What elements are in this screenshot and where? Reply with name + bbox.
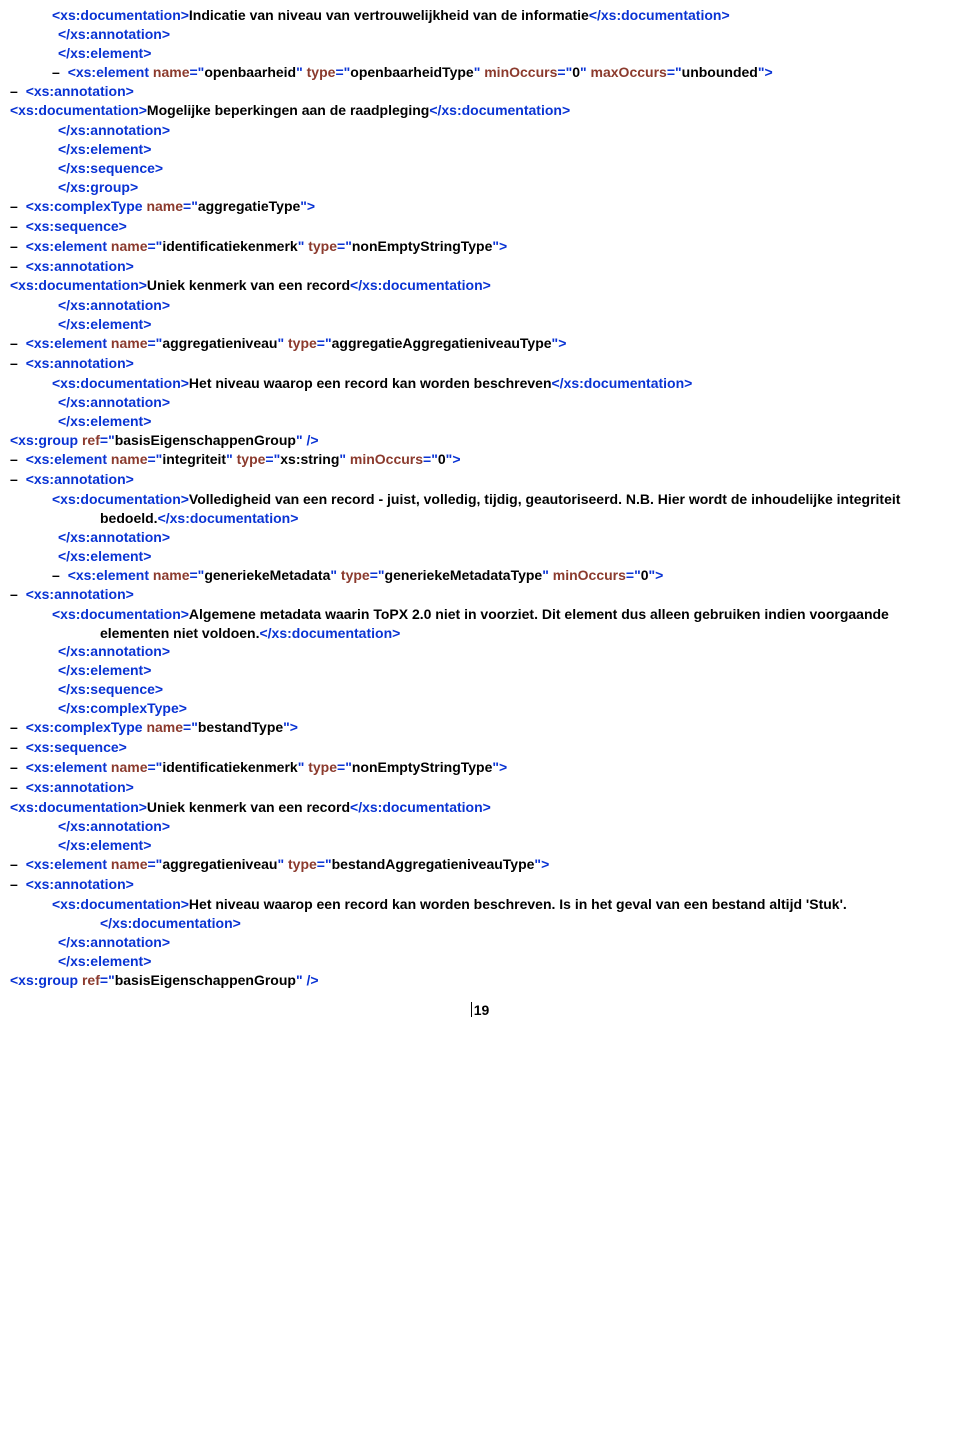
code-line: <xs:documentation>Algemene metadata waar… [10, 605, 950, 643]
code-line: <xs:documentation>Indicatie van niveau v… [10, 6, 950, 25]
code-line: – <xs:sequence> [10, 217, 950, 236]
code-line: </xs:sequence> [10, 680, 950, 699]
code-line: – <xs:annotation> [10, 585, 950, 604]
code-line: </xs:group> [10, 178, 950, 197]
code-line: – <xs:element name="openbaarheid" type="… [10, 63, 950, 82]
code-line: </xs:annotation> [10, 528, 950, 547]
code-line: </xs:annotation> [10, 121, 950, 140]
code-line: – <xs:element name="identificatiekenmerk… [10, 758, 950, 777]
code-line: – <xs:complexType name="aggregatieType"> [10, 197, 950, 216]
code-line: – <xs:annotation> [10, 470, 950, 489]
code-line: – <xs:sequence> [10, 738, 950, 757]
code-line: <xs:documentation>Mogelijke beperkingen … [10, 101, 950, 120]
code-line: </xs:annotation> [10, 25, 950, 44]
xml-document-view: <xs:documentation>Indicatie van niveau v… [10, 6, 950, 989]
page-number: 19 [10, 1001, 950, 1020]
code-line: <xs:documentation>Uniek kenmerk van een … [10, 798, 950, 817]
code-line: – <xs:complexType name="bestandType"> [10, 718, 950, 737]
code-line: – <xs:element name="generiekeMetadata" t… [10, 566, 950, 585]
code-line: </xs:annotation> [10, 393, 950, 412]
code-line: </xs:element> [10, 315, 950, 334]
code-line: <xs:group ref="basisEigenschappenGroup" … [10, 971, 950, 990]
code-line: – <xs:annotation> [10, 257, 950, 276]
code-line: – <xs:annotation> [10, 354, 950, 373]
code-line: <xs:documentation>Volledigheid van een r… [10, 490, 950, 528]
code-line: </xs:annotation> [10, 933, 950, 952]
code-line: </xs:sequence> [10, 159, 950, 178]
code-line: </xs:annotation> [10, 642, 950, 661]
code-line: – <xs:annotation> [10, 778, 950, 797]
code-line: </xs:annotation> [10, 817, 950, 836]
code-line: </xs:element> [10, 412, 950, 431]
code-line: </xs:element> [10, 140, 950, 159]
code-line: </xs:element> [10, 836, 950, 855]
code-line: – <xs:element name="identificatiekenmerk… [10, 237, 950, 256]
code-line: <xs:documentation>Het niveau waarop een … [10, 895, 950, 933]
code-line: – <xs:annotation> [10, 82, 950, 101]
code-line: – <xs:element name="aggregatieniveau" ty… [10, 855, 950, 874]
code-line: </xs:element> [10, 952, 950, 971]
code-line: </xs:element> [10, 547, 950, 566]
code-line: – <xs:element name="aggregatieniveau" ty… [10, 334, 950, 353]
code-line: </xs:element> [10, 44, 950, 63]
code-line: – <xs:annotation> [10, 875, 950, 894]
code-line: <xs:documentation>Uniek kenmerk van een … [10, 276, 950, 295]
code-line: – <xs:element name="integriteit" type="x… [10, 450, 950, 469]
code-line: </xs:element> [10, 661, 950, 680]
code-line: </xs:complexType> [10, 699, 950, 718]
code-line: </xs:annotation> [10, 296, 950, 315]
code-line: <xs:group ref="basisEigenschappenGroup" … [10, 431, 950, 450]
code-line: <xs:documentation>Het niveau waarop een … [10, 374, 950, 393]
